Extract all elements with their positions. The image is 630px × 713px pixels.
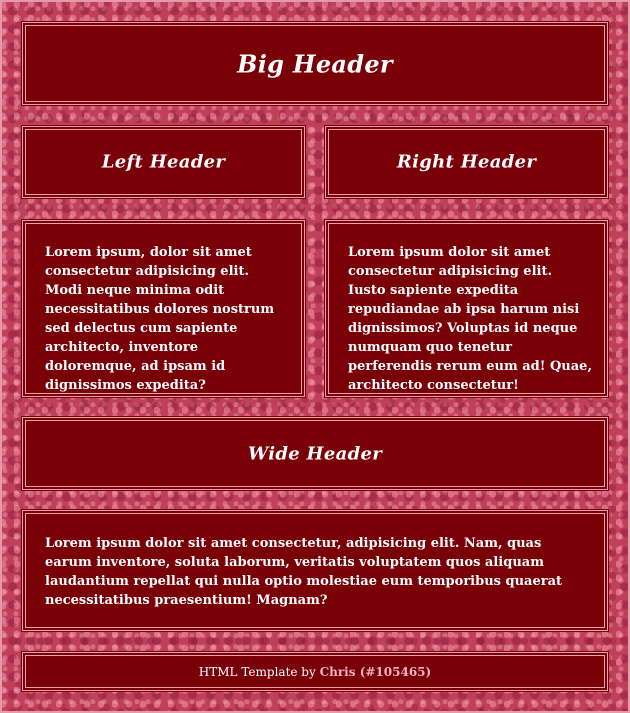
big-header-panel: Big Header (21, 21, 609, 106)
wide-header-panel: Wide Header (21, 416, 609, 491)
right-body-text: Lorem ipsum dolor sit amet consectetur a… (348, 245, 592, 393)
left-body-panel: Lorem ipsum, dolor sit amet consectetur … (21, 219, 306, 398)
right-header: Right Header (396, 151, 537, 173)
footer-panel: HTML Template by Chris (#105465) (21, 651, 609, 692)
left-header-panel: Left Header (21, 125, 306, 199)
wide-header: Wide Header (248, 443, 382, 464)
wide-body-text: Lorem ipsum dolor sit amet consectetur, … (45, 536, 563, 608)
left-body-text: Lorem ipsum, dolor sit amet consectetur … (45, 245, 275, 393)
left-header: Left Header (101, 151, 226, 173)
right-body-panel: Lorem ipsum dolor sit amet consectetur a… (324, 219, 609, 398)
author-link[interactable]: Chris (#105465) (320, 665, 432, 679)
footer-prefix: HTML Template by (198, 664, 320, 679)
right-header-panel: Right Header (324, 125, 609, 199)
big-header: Big Header (237, 49, 393, 78)
author-name: Chris (319, 664, 356, 679)
author-id: (#105465) (359, 664, 432, 679)
footer-credit: HTML Template by Chris (#105465) (23, 665, 607, 679)
wide-body-panel: Lorem ipsum dolor sit amet consectetur, … (21, 509, 609, 632)
